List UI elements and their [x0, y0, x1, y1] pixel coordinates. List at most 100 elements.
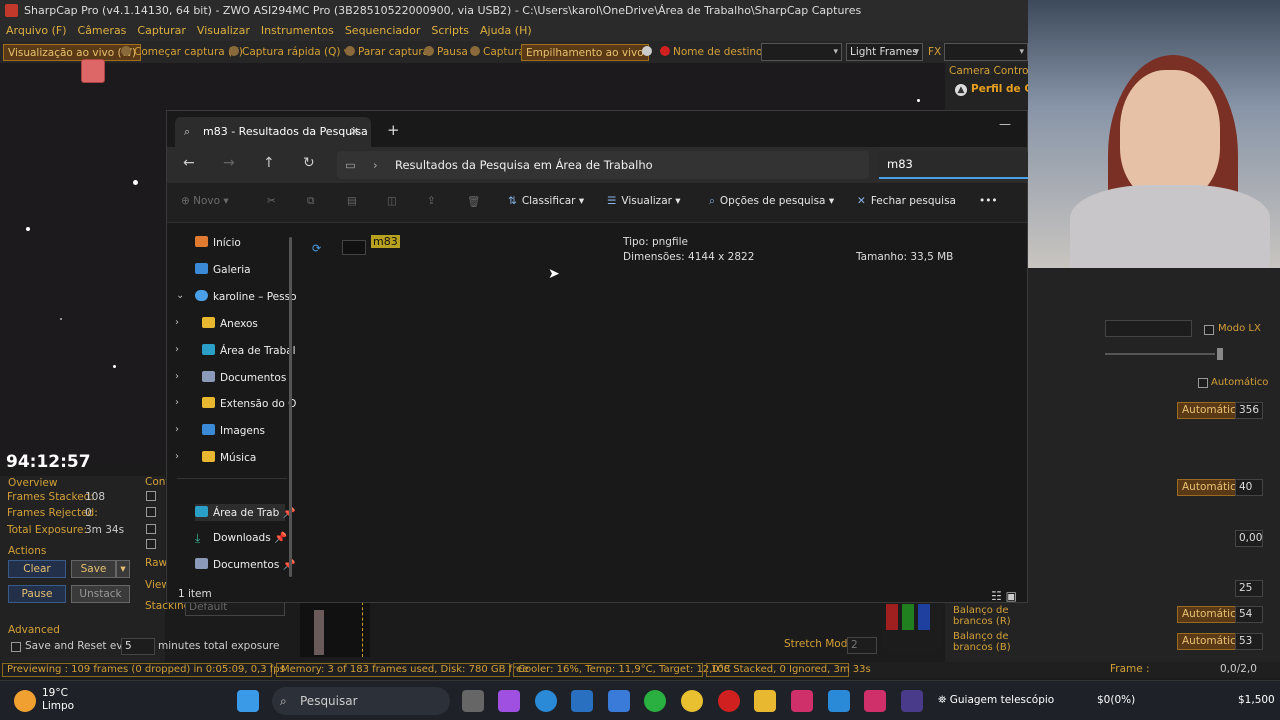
search-input[interactable]: m83 [879, 151, 1029, 179]
paste-icon[interactable]: ▤ [347, 195, 357, 207]
start-icon[interactable] [237, 690, 259, 712]
pause-stack-button[interactable]: Pause [8, 585, 66, 603]
chrome-icon[interactable] [681, 690, 703, 712]
store-icon[interactable] [571, 690, 593, 712]
chevron-right-icon[interactable]: › [175, 371, 179, 382]
minimize-button[interactable]: — [999, 117, 1011, 131]
refresh-icon[interactable]: ↻ [303, 155, 315, 171]
nav-desktop[interactable]: › Área de Trabal [175, 344, 296, 357]
save-dropdown-button[interactable]: ▾ [116, 560, 130, 578]
delete-icon[interactable]: 🗑 [467, 195, 480, 208]
auto-checkbox[interactable] [1198, 378, 1208, 388]
nav-downloads[interactable]: ⤓ Downloads 📌 [195, 531, 287, 546]
save-button[interactable]: Save [71, 560, 116, 578]
clear-button[interactable]: Clear [8, 560, 66, 578]
app-icon[interactable] [608, 690, 630, 712]
option-checkbox-1[interactable] [146, 491, 156, 501]
forward-icon[interactable]: → [223, 155, 235, 171]
color-balance-widget[interactable] [882, 602, 942, 654]
unstack-button[interactable]: Unstack [71, 585, 130, 603]
quick-capture-button[interactable]: Captura rápida (Q) ▾ [229, 44, 349, 61]
nav-anexos[interactable]: › Anexos [175, 317, 258, 330]
weather-icon[interactable] [14, 690, 36, 712]
value-field-3[interactable]: 0,00 [1235, 530, 1263, 547]
nav-extension[interactable]: › Extensão do O [175, 397, 296, 410]
slider-1[interactable] [1105, 348, 1223, 360]
nav-documents[interactable]: › Documentos [175, 371, 286, 384]
minutes-stepper[interactable]: 5 [121, 638, 155, 655]
up-icon[interactable]: ↑ [263, 155, 275, 171]
share-icon[interactable]: ⇪ [427, 195, 436, 207]
more-options-icon[interactable]: ••• [979, 195, 998, 207]
chevron-right-icon[interactable]: › [175, 451, 179, 462]
taskbar-search[interactable]: ⌕ Pesquisar [272, 687, 450, 715]
edge-icon[interactable] [535, 690, 557, 712]
value-field-1[interactable]: 356 [1235, 402, 1263, 419]
nav-gallery[interactable]: Galeria [195, 263, 251, 276]
nav-images[interactable]: › Imagens [175, 424, 265, 437]
nav-scrollbar[interactable] [289, 237, 292, 577]
chevron-right-icon[interactable]: › [175, 344, 179, 355]
task-view-icon[interactable] [462, 690, 484, 712]
tiles-view-icon[interactable]: ▣ [1006, 589, 1017, 603]
chevron-down-icon[interactable]: ⌄ [176, 290, 184, 301]
app-icon[interactable] [828, 690, 850, 712]
rename-icon[interactable]: ◫ [387, 195, 397, 207]
nav-pinned-desktop[interactable]: Área de Trab 📌 [195, 504, 296, 521]
nav-music[interactable]: › Música [175, 451, 256, 464]
nav-pinned-documents[interactable]: Documentos 📌 [195, 558, 296, 571]
new-button[interactable]: ⊕ Novo ▾ [181, 195, 229, 207]
menu-ajuda[interactable]: Ajuda (H) [474, 21, 537, 41]
menu-instrumentos[interactable]: Instrumentos [255, 21, 339, 41]
stretch-mode-select[interactable]: 2 [847, 637, 877, 654]
opera-icon[interactable] [718, 690, 740, 712]
address-bar[interactable]: ▭ › Resultados da Pesquisa em Área de Tr… [337, 151, 869, 179]
save-reset-checkbox[interactable] [11, 642, 21, 652]
nav-home[interactable]: Início [195, 236, 241, 249]
value-field-2[interactable]: 40 [1235, 479, 1263, 496]
option-checkbox-4[interactable] [146, 539, 156, 549]
fx-select[interactable] [944, 43, 1028, 61]
start-capture-button[interactable]: Começar captura (S) [121, 44, 243, 61]
pause-button[interactable]: Pausa [424, 44, 468, 61]
weather-widget[interactable]: 19°C Limpo [42, 687, 74, 713]
dock-toggle-icon[interactable] [81, 59, 105, 83]
view-mode-icons[interactable]: ☷ ▣ [991, 588, 1017, 605]
chevron-right-icon[interactable]: › [175, 397, 179, 408]
details-view-icon[interactable]: ☷ [991, 589, 1002, 603]
view-button[interactable]: ☰ Visualizar ▾ [607, 195, 681, 207]
lx-field[interactable] [1105, 320, 1192, 337]
copilot-icon[interactable] [498, 690, 520, 712]
frame-type-select[interactable]: Light Frames [846, 43, 923, 61]
file-name[interactable]: m83 [371, 235, 400, 248]
option-checkbox-2[interactable] [146, 507, 156, 517]
list-item[interactable]: ⟳ m83 Tipo: pngfile Dimensões: 4144 x 28… [298, 226, 1027, 266]
live-stack-button[interactable]: Empilhamento ao vivo [521, 44, 649, 61]
file-explorer-icon[interactable] [754, 690, 776, 712]
menu-visualizar[interactable]: Visualizar [191, 21, 255, 41]
sort-button[interactable]: ⇅ Classificar ▾ [508, 195, 584, 207]
menu-capturar[interactable]: Capturar [131, 21, 190, 41]
menu-arquivo[interactable]: Arquivo (F) [0, 21, 72, 41]
stop-capture-button[interactable]: Parar captura [345, 44, 429, 61]
value-field-4[interactable]: 25 [1235, 580, 1263, 597]
menu-cameras[interactable]: Câmeras [72, 21, 132, 41]
sharpcap-icon[interactable] [864, 690, 886, 712]
sharpcap-icon[interactable] [791, 690, 813, 712]
modo-lx-checkbox[interactable] [1204, 325, 1214, 335]
stellarium-icon[interactable] [901, 690, 923, 712]
back-icon[interactable]: ← [183, 155, 195, 171]
slider-handle[interactable] [1217, 348, 1223, 360]
nav-onedrive[interactable]: ⌄ karoline – Pesso [176, 290, 297, 303]
close-tab-icon[interactable]: ✕ [350, 117, 359, 147]
chevron-right-icon[interactable]: › [175, 317, 179, 328]
search-options-button[interactable]: ⌕ Opções de pesquisa ▾ [709, 195, 834, 208]
menu-sequenciador[interactable]: Sequenciador [339, 21, 426, 41]
new-tab-button[interactable]: + [387, 121, 400, 139]
value-field-6[interactable]: 53 [1235, 633, 1263, 650]
copy-icon[interactable]: ⧉ [307, 195, 315, 208]
cut-icon[interactable]: ✂ [267, 195, 276, 207]
menu-scripts[interactable]: Scripts [425, 21, 474, 41]
capture-button[interactable]: Captura [470, 44, 525, 61]
guide-ticker[interactable]: ⛯ Guiagem telescópio [938, 694, 1054, 707]
